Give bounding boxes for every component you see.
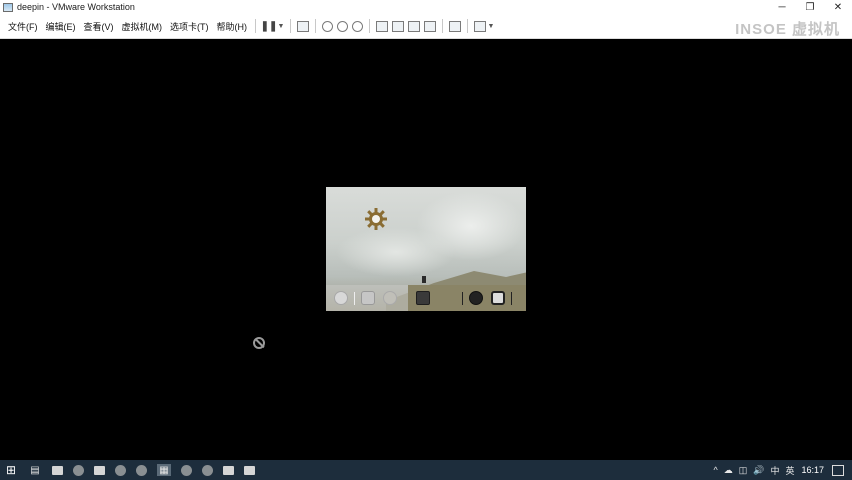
toolbar-divider	[369, 19, 370, 33]
windows-taskbar: ⊞ ▤ ▦ ^ ☁ ◫ 🔊 中 英 16:17	[0, 460, 852, 480]
launcher-icon[interactable]	[334, 291, 348, 305]
windows-start-icon[interactable]: ⊞	[4, 463, 18, 477]
toolbar-divider	[255, 19, 256, 33]
file-manager-icon[interactable]	[361, 291, 375, 305]
window-title: deepin - VMware Workstation	[17, 2, 135, 12]
window-title-bar: deepin - VMware Workstation ─ ❐ ✕	[0, 0, 852, 14]
taskbar-app-icon[interactable]	[136, 464, 147, 476]
tray-icon[interactable]	[469, 291, 483, 305]
snapshot-manager-icon[interactable]	[352, 20, 363, 32]
unity-icon[interactable]	[424, 20, 436, 32]
vm-guest-screen[interactable]	[326, 187, 526, 311]
menu-toolbar: 文件(F) 编辑(E) 查看(V) 虚拟机(M) 选项卡(T) 帮助(H) ❚❚…	[0, 14, 852, 39]
pause-icon[interactable]: ❚❚	[261, 19, 278, 33]
chevron-down-icon[interactable]: ▼	[488, 19, 495, 33]
console-view-icon[interactable]	[449, 20, 461, 32]
task-view-icon[interactable]: ▤	[28, 464, 42, 476]
window-controls: ─ ❐ ✕	[768, 0, 852, 14]
wallpaper-figure	[422, 276, 426, 283]
app-icon[interactable]	[416, 291, 430, 305]
input-method-icon[interactable]: 中	[770, 464, 779, 477]
thumbnail-view-icon[interactable]	[392, 20, 404, 32]
snapshot-icon[interactable]	[322, 20, 333, 32]
menu-edit[interactable]: 编辑(E)	[42, 20, 80, 33]
menu-help[interactable]: 帮助(H)	[213, 20, 252, 33]
tray-overflow-icon[interactable]: ^	[713, 465, 717, 475]
watermark-logo: INSOE 虚拟机	[735, 21, 840, 38]
taskbar-app-icon[interactable]	[244, 465, 255, 475]
menu-vm[interactable]: 虚拟机(M)	[118, 20, 167, 33]
vmware-app-icon	[3, 2, 13, 12]
menu-view[interactable]: 查看(V)	[80, 20, 118, 33]
taskbar-app-icon[interactable]	[181, 464, 192, 476]
wallpaper-cloud	[336, 227, 456, 277]
library-view-icon[interactable]	[376, 20, 388, 32]
taskbar-app-icon[interactable]	[94, 465, 105, 475]
menu-file[interactable]: 文件(F)	[4, 20, 42, 33]
taskbar-app-icon[interactable]	[73, 464, 84, 476]
toolbar-divider	[290, 19, 291, 33]
browser-icon[interactable]	[383, 291, 397, 305]
close-button[interactable]: ✕	[824, 0, 852, 14]
tray-icon[interactable]	[491, 291, 505, 305]
toolbar-divider	[315, 19, 316, 33]
dock-light-segment	[326, 285, 408, 311]
clock[interactable]: 16:17	[801, 465, 824, 475]
ime-state[interactable]: 英	[785, 464, 794, 477]
taskbar-app-icon[interactable]	[52, 465, 63, 475]
battery-icon[interactable]: ◫	[739, 465, 748, 476]
taskbar-app-icon[interactable]	[115, 464, 126, 476]
toolbar-divider	[467, 19, 468, 33]
system-tray: ^ ☁ ◫ 🔊 中 英 16:17	[710, 460, 852, 480]
stretch-guest-icon[interactable]	[474, 20, 486, 32]
chevron-down-icon[interactable]: ▼	[278, 19, 285, 33]
maximize-button[interactable]: ❐	[796, 0, 824, 14]
cloud-icon[interactable]: ☁	[724, 465, 733, 476]
taskbar-app-icon[interactable]	[223, 465, 234, 475]
revert-snapshot-icon[interactable]	[337, 20, 348, 32]
loading-gear-icon	[365, 208, 387, 230]
volume-icon[interactable]: 🔊	[753, 465, 764, 476]
full-screen-icon[interactable]	[408, 20, 420, 32]
toolbar-divider	[442, 19, 443, 33]
dock-divider	[462, 291, 463, 305]
dock-dark-segment	[408, 285, 526, 311]
busy-cursor-icon	[253, 337, 265, 349]
taskbar-vmware-icon[interactable]: ▦	[157, 464, 171, 476]
menu-tabs[interactable]: 选项卡(T)	[166, 20, 213, 33]
deepin-dock	[326, 285, 526, 311]
notification-icon[interactable]	[832, 464, 844, 476]
dock-divider	[354, 291, 355, 305]
taskbar-app-icon[interactable]	[202, 464, 213, 476]
send-ctrl-alt-del-icon[interactable]	[297, 20, 309, 32]
dock-divider	[511, 291, 512, 305]
minimize-button[interactable]: ─	[768, 0, 796, 14]
